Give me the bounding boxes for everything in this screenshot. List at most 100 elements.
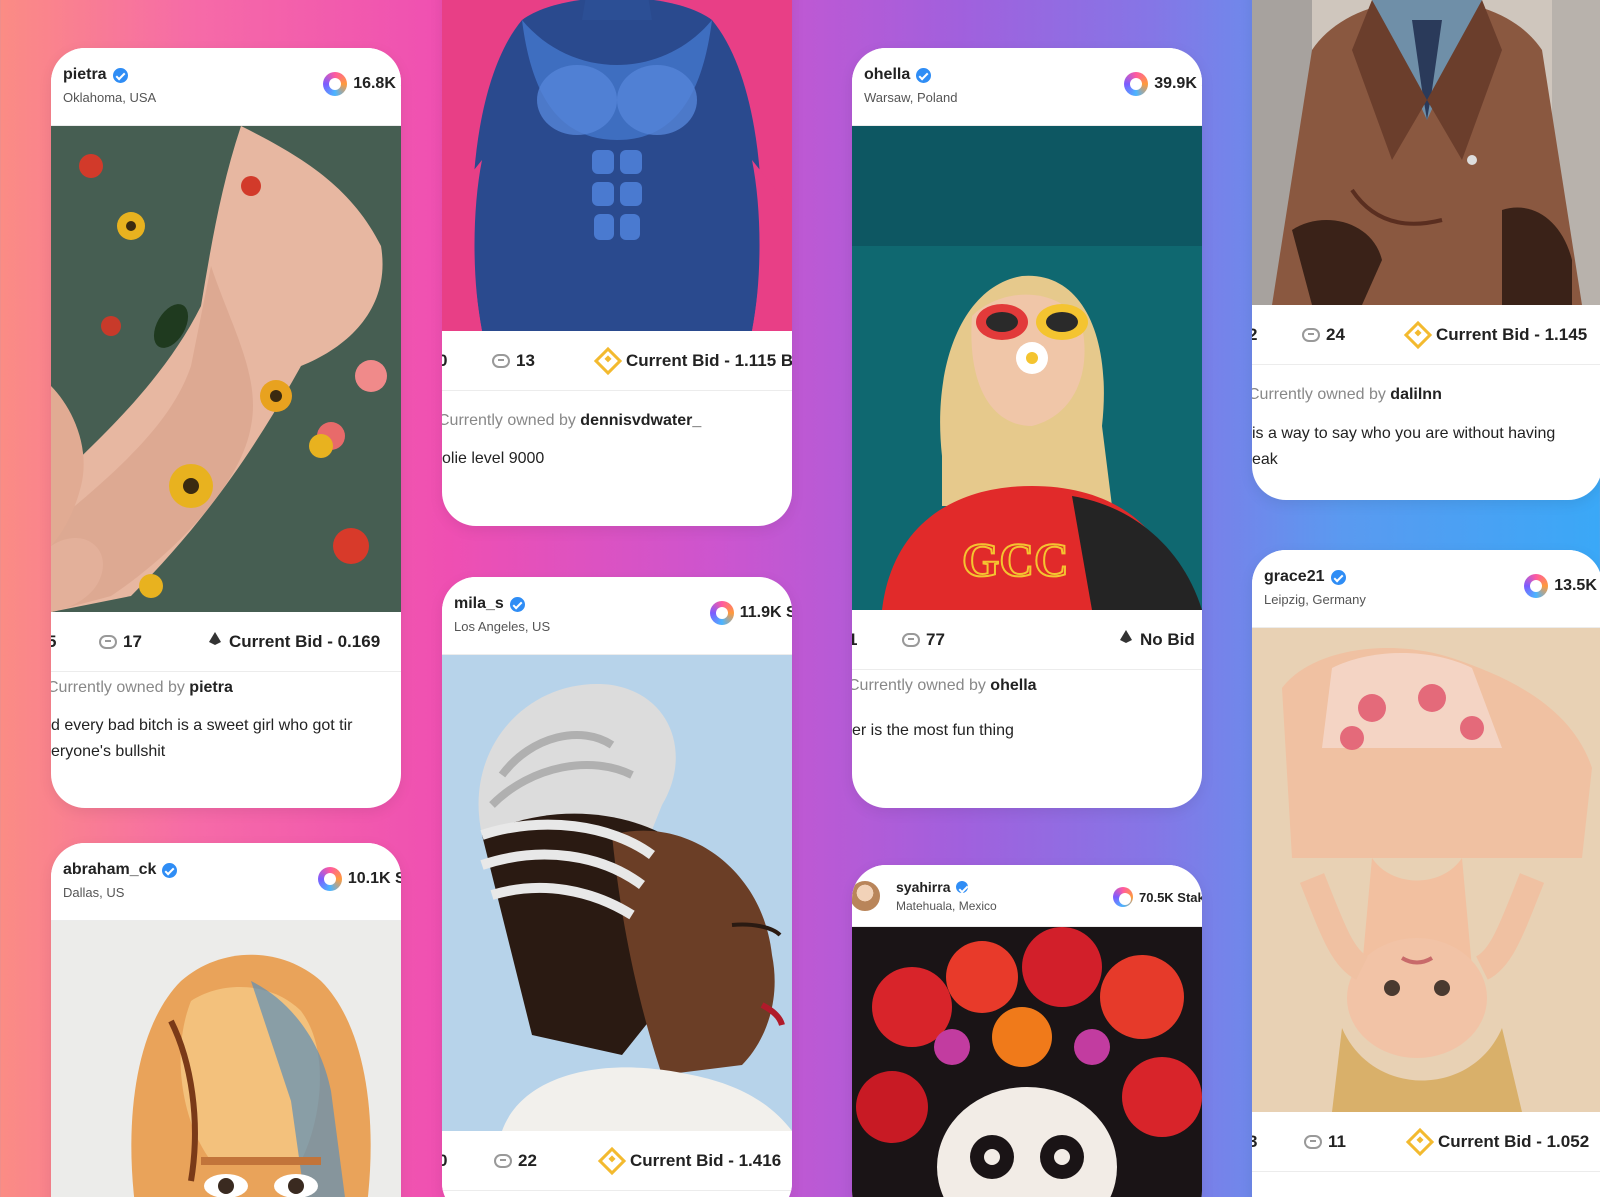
nft-card-syahirra[interactable]: syahirra Matehuala, Mexico 70.5K Stake xyxy=(852,865,1202,1197)
like-count[interactable]: 0 xyxy=(442,1151,447,1171)
comment-count[interactable]: 17 xyxy=(99,632,142,652)
card-stats-bar: 0 22 Current Bid - 1.416 xyxy=(442,1131,792,1191)
owner-name[interactable]: dennisvdwater_ xyxy=(580,412,701,429)
card-header: pietra Oklahoma, USA 16.8K S xyxy=(51,48,401,126)
owner-name[interactable]: ohella xyxy=(990,677,1036,694)
caption-line-1: d every bad bitch is a sweet girl who go… xyxy=(51,717,353,734)
catrina-flowers-photo xyxy=(852,927,1202,1197)
username-text[interactable]: pietra xyxy=(63,66,107,84)
nft-card-mila-s[interactable]: mila_s Los Angeles, US 11.9K St 0 xyxy=(442,577,792,1197)
post-image[interactable] xyxy=(51,921,401,1197)
ethereum-icon xyxy=(209,632,221,645)
stake-amount: 10.1K St xyxy=(317,867,401,891)
comment-icon xyxy=(902,633,920,647)
post-image[interactable] xyxy=(442,0,792,331)
comment-icon xyxy=(494,1154,512,1168)
verified-badge-icon xyxy=(112,67,128,83)
comment-icon xyxy=(492,354,510,368)
like-count[interactable]: 0 xyxy=(442,351,447,371)
bid-text: Current Bid - 1.052 xyxy=(1438,1132,1590,1151)
post-image[interactable] xyxy=(51,126,401,612)
like-count[interactable]: 2 xyxy=(1252,325,1257,345)
post-image[interactable] xyxy=(1252,0,1600,305)
stake-amount: 39.9K S xyxy=(1124,72,1202,96)
location: Warsaw, Poland xyxy=(864,90,958,105)
comment-count-text: 11 xyxy=(1328,1132,1346,1151)
username[interactable]: grace21 xyxy=(1264,568,1346,586)
username-text[interactable]: syahirra xyxy=(896,879,950,895)
nft-card-ohella[interactable]: ohella Warsaw, Poland 39.9K S GCC 1 xyxy=(852,48,1202,808)
stake-text: 11.9K St xyxy=(739,604,792,621)
username-text[interactable]: abraham_ck xyxy=(63,861,156,879)
stake-text: 16.8K S xyxy=(353,75,401,92)
current-bid[interactable]: Current Bid - 1.115 B xyxy=(593,346,792,376)
owned-by-label: Currently owned by xyxy=(442,412,576,429)
comment-count-text: 13 xyxy=(516,351,535,370)
avatar[interactable] xyxy=(852,879,882,913)
current-bid[interactable]: Current Bid - 1.416 xyxy=(597,1146,782,1176)
bid-text: Current Bid - 1.115 B xyxy=(626,351,792,370)
current-bid[interactable]: Current Bid - 0.169 xyxy=(209,632,380,652)
current-bid[interactable]: Current Bid - 1.052 xyxy=(1405,1127,1590,1157)
stake-text: 13.5K S xyxy=(1554,577,1600,594)
comment-count[interactable]: 77 xyxy=(902,630,945,650)
username-text[interactable]: grace21 xyxy=(1264,568,1325,586)
nft-card-dennisvdwater[interactable]: 0 13 Current Bid - 1.115 B Currently own… xyxy=(442,0,792,526)
comment-count-text: 22 xyxy=(518,1151,537,1170)
username-text[interactable]: mila_s xyxy=(454,595,504,613)
bnb-icon xyxy=(593,346,623,376)
bid-text: Current Bid - 1.416 xyxy=(630,1151,782,1170)
comment-count[interactable]: 11 xyxy=(1304,1132,1346,1152)
bnb-icon xyxy=(1403,320,1433,350)
verified-badge-icon xyxy=(509,596,525,612)
location: Leipzig, Germany xyxy=(1264,592,1366,607)
nft-card-grace21[interactable]: grace21 Leipzig, Germany 13.5K S xyxy=(1252,550,1600,1197)
comment-count[interactable]: 13 xyxy=(492,351,535,371)
card-header: grace21 Leipzig, Germany 13.5K S xyxy=(1252,550,1600,628)
bnb-icon xyxy=(597,1146,627,1176)
username[interactable]: syahirra xyxy=(896,879,969,895)
card-stats-bar: 5 17 Current Bid - 0.169 xyxy=(51,612,401,672)
username-text[interactable]: ohella xyxy=(864,66,910,84)
svg-text:GCC: GCC xyxy=(962,534,1069,587)
stake-logo-icon xyxy=(1524,574,1549,598)
nft-card-abraham-ck[interactable]: abraham_ck Dallas, US 10.1K St xyxy=(51,843,401,1197)
comment-count-text: 24 xyxy=(1326,325,1345,344)
post-image[interactable] xyxy=(442,655,792,1131)
card-stats-bar: 2 24 Current Bid - 1.145 xyxy=(1252,305,1600,365)
caption-line-1: er is the most fun thing xyxy=(852,722,1014,739)
owner-name[interactable]: pietra xyxy=(189,679,233,696)
leather-jacket-photo xyxy=(1252,0,1600,305)
post-image[interactable] xyxy=(1252,628,1600,1112)
current-bid[interactable]: No Bid xyxy=(1120,630,1195,650)
bid-text: Current Bid - 0.169 xyxy=(229,632,381,651)
current-bid[interactable]: Current Bid - 1.145 xyxy=(1403,320,1587,350)
caption-line-2: eak xyxy=(1252,451,1278,468)
nft-card-dalilnn[interactable]: 2 24 Current Bid - 1.145 Currently owned… xyxy=(1252,0,1600,500)
like-count[interactable]: 5 xyxy=(51,632,56,652)
comment-count-text: 77 xyxy=(926,630,945,649)
card-stats-bar: 1 77 No Bid xyxy=(852,610,1202,670)
post-image[interactable] xyxy=(852,927,1202,1197)
like-count[interactable]: 3 xyxy=(1252,1132,1257,1152)
comment-count[interactable]: 24 xyxy=(1302,325,1345,345)
username[interactable]: abraham_ck xyxy=(63,861,178,879)
username[interactable]: pietra xyxy=(63,66,128,84)
username[interactable]: ohella xyxy=(864,66,932,84)
card-header: ohella Warsaw, Poland 39.9K S xyxy=(852,48,1202,126)
post-image[interactable]: GCC xyxy=(852,126,1202,610)
stake-amount: 11.9K St xyxy=(709,601,792,625)
owned-by-label: Currently owned by xyxy=(51,679,185,696)
owned-by-label: Currently owned by xyxy=(1252,386,1386,403)
braids-portrait-photo xyxy=(442,655,792,1131)
like-count[interactable]: 1 xyxy=(852,630,857,650)
nft-card-pietra[interactable]: pietra Oklahoma, USA 16.8K S xyxy=(51,48,401,808)
stake-text: 39.9K S xyxy=(1154,75,1202,92)
username[interactable]: mila_s xyxy=(454,595,525,613)
bid-text: No Bid xyxy=(1140,630,1195,649)
location: Oklahoma, USA xyxy=(63,90,157,105)
caption-line-2: eryone's bullshit xyxy=(51,743,166,760)
owned-by-label: Currently owned by xyxy=(852,677,986,694)
comment-count[interactable]: 22 xyxy=(494,1151,537,1171)
owner-name[interactable]: dalilnn xyxy=(1390,386,1442,403)
